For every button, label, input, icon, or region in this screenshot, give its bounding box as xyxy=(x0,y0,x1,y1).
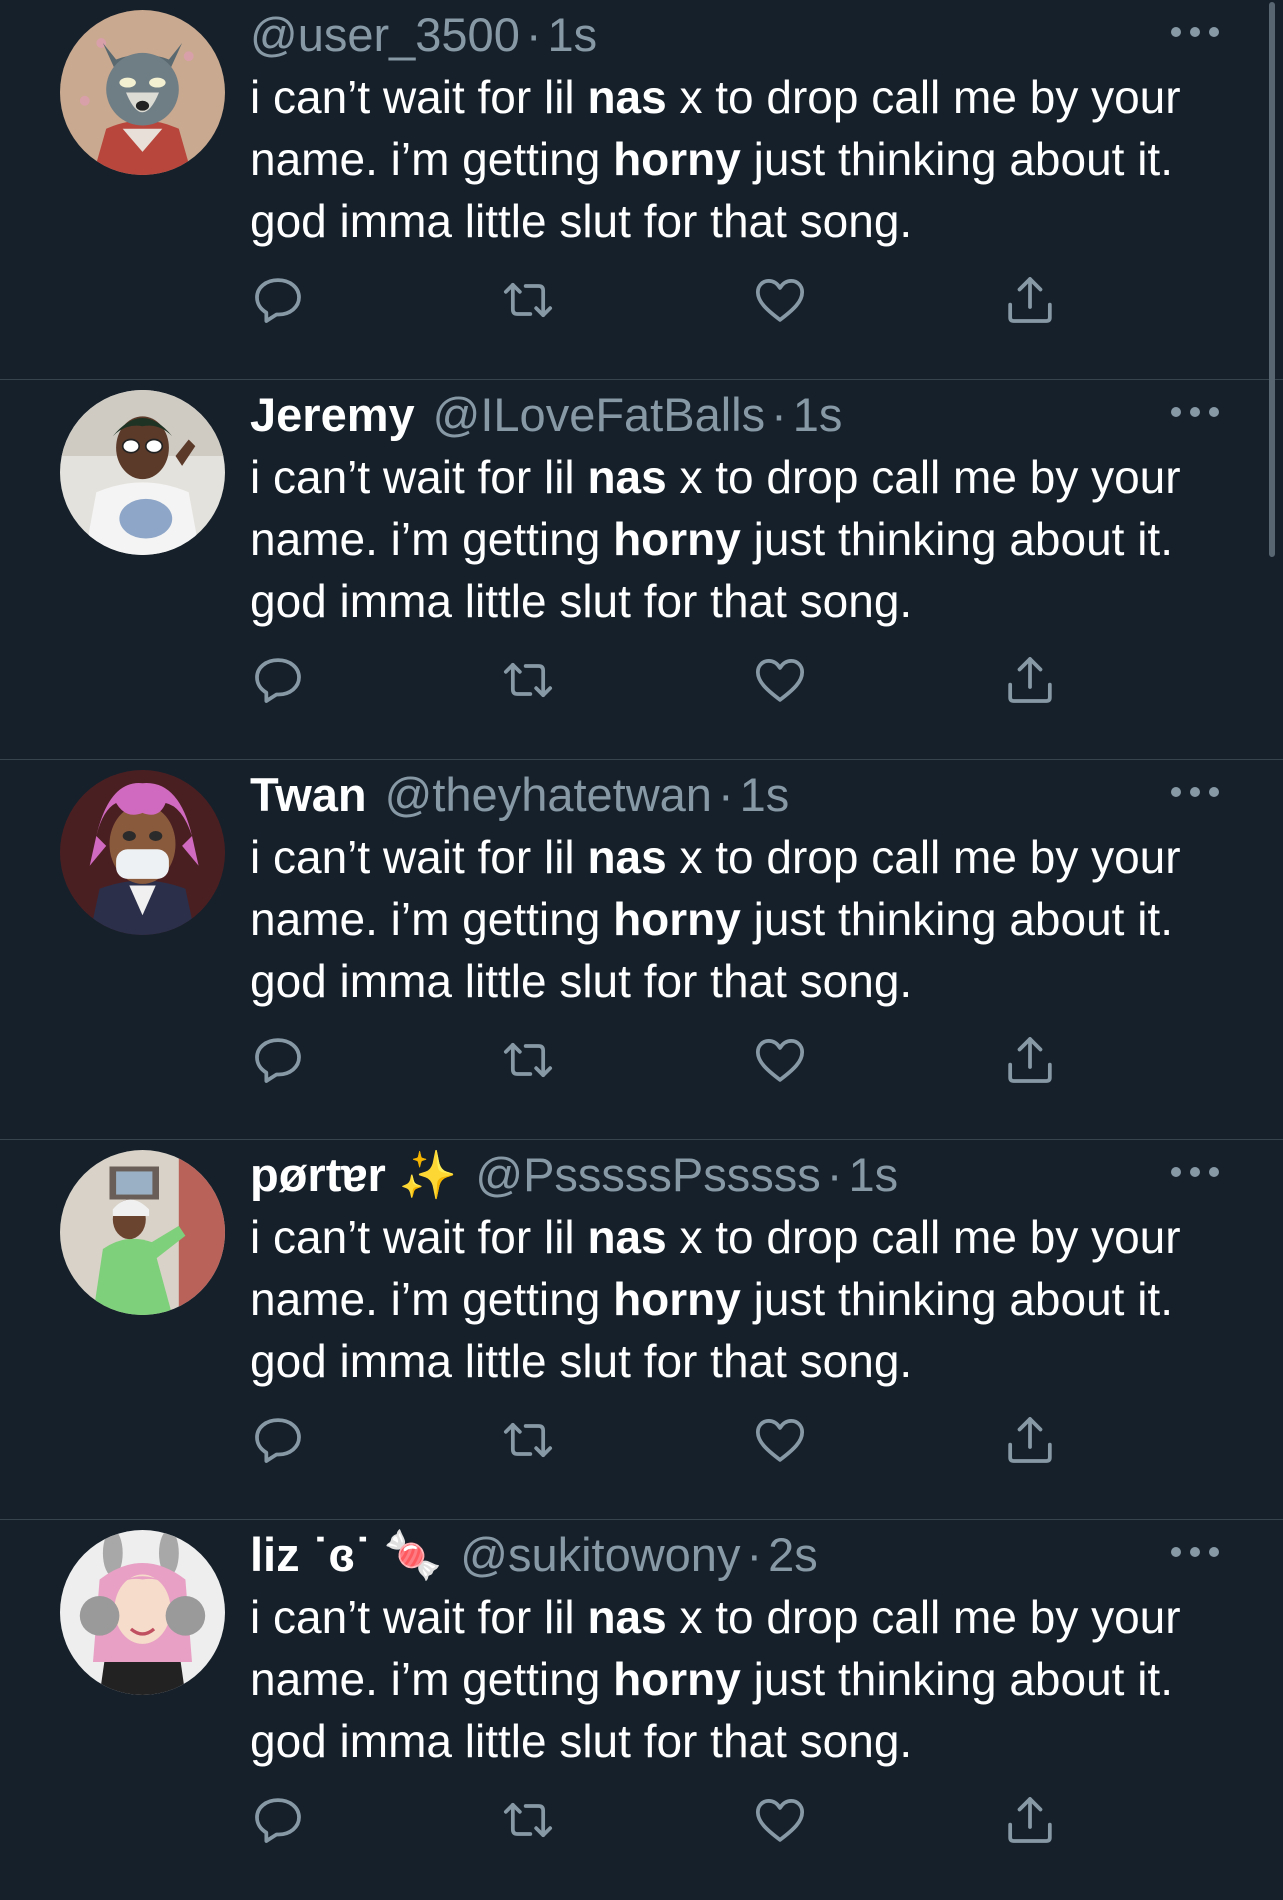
tweet-header: liz ˙ɞ˙ 🍬 @sukitowony · 2s xyxy=(250,1524,1150,1586)
tweet-header: pørtɐr ✨ @PsssssPsssss · 1s xyxy=(250,1144,1150,1206)
tweet-actions xyxy=(250,652,1070,708)
user-handle[interactable]: @PsssssPsssss xyxy=(475,1148,820,1201)
like-icon[interactable] xyxy=(752,652,808,708)
scrollbar[interactable] xyxy=(1269,2,1275,557)
tweet-actions xyxy=(250,1412,1070,1468)
like-icon[interactable] xyxy=(752,1792,808,1848)
user-handle[interactable]: @ILoveFatBalls xyxy=(433,388,765,441)
reply-icon[interactable] xyxy=(250,1412,306,1468)
tweet[interactable]: liz ˙ɞ˙ 🍬 @sukitowony · 2s i can’t wait for… xyxy=(0,1520,1283,1900)
text-segment: i can’t wait for lil xyxy=(250,1211,588,1263)
tweet-actions xyxy=(250,1032,1070,1088)
retweet-icon[interactable] xyxy=(500,652,556,708)
user-handle[interactable]: @user_3500 xyxy=(250,8,520,61)
text-segment: i can’t wait for lil xyxy=(250,1591,588,1643)
tweet-text: i can’t wait for lil nas x to drop call … xyxy=(250,66,1250,252)
share-icon[interactable] xyxy=(1002,652,1058,708)
tweet-text: i can’t wait for lil nas x to drop call … xyxy=(250,446,1250,632)
retweet-icon[interactable] xyxy=(500,1032,556,1088)
tweet[interactable]: @user_3500 · 1s i can’t wait for lil nas x… xyxy=(0,0,1283,380)
share-icon[interactable] xyxy=(1002,1032,1058,1088)
tweet-header: @user_3500 · 1s xyxy=(250,4,1150,66)
like-icon[interactable] xyxy=(752,1032,808,1088)
timestamp[interactable]: 1s xyxy=(740,768,790,821)
tweet-text: i can’t wait for lil nas x to drop call … xyxy=(250,826,1250,1012)
reply-icon[interactable] xyxy=(250,272,306,328)
reply-icon[interactable] xyxy=(250,1792,306,1848)
text-bold: nas xyxy=(587,71,667,123)
retweet-icon[interactable] xyxy=(500,272,556,328)
text-bold: horny xyxy=(613,1653,741,1705)
separator-dot: · xyxy=(826,1148,843,1201)
text-bold: nas xyxy=(587,451,667,503)
display-name[interactable]: Jeremy xyxy=(250,388,415,441)
avatar[interactable] xyxy=(60,1530,225,1695)
tweet[interactable]: Twan @theyhatetwan · 1s i can’t wait for li… xyxy=(0,760,1283,1140)
separator-dot: · xyxy=(771,388,787,441)
tweet-actions xyxy=(250,272,1070,328)
text-segment: i can’t wait for lil xyxy=(250,831,588,883)
separator-dot: · xyxy=(746,1528,763,1581)
avatar[interactable] xyxy=(60,770,225,935)
text-segment: i can’t wait for lil xyxy=(250,451,588,503)
reply-icon[interactable] xyxy=(250,1032,306,1088)
retweet-icon[interactable] xyxy=(500,1412,556,1468)
text-bold: nas xyxy=(587,1211,667,1263)
reply-icon[interactable] xyxy=(250,652,306,708)
share-icon[interactable] xyxy=(1002,1412,1058,1468)
like-icon[interactable] xyxy=(752,272,808,328)
separator-dot: · xyxy=(717,768,734,821)
timestamp[interactable]: 1s xyxy=(848,1148,898,1201)
tweet[interactable]: Jeremy @ILoveFatBalls · 1s i can’t wait for… xyxy=(0,380,1283,760)
more-icon[interactable] xyxy=(1171,1534,1219,1570)
text-bold: horny xyxy=(613,1273,741,1325)
tweet-text: i can’t wait for lil nas x to drop call … xyxy=(250,1586,1250,1772)
text-bold: horny xyxy=(613,133,741,185)
tweet[interactable]: pørtɐr ✨ @PsssssPsssss · 1s i can’t wait fo… xyxy=(0,1140,1283,1520)
avatar[interactable] xyxy=(60,1150,225,1315)
display-name[interactable]: pørtɐr ✨ xyxy=(250,1148,457,1201)
display-name[interactable]: Twan xyxy=(250,768,367,821)
more-icon[interactable] xyxy=(1171,774,1219,810)
more-icon[interactable] xyxy=(1171,394,1219,430)
timestamp[interactable]: 1s xyxy=(793,388,843,441)
tweet-header: Twan @theyhatetwan · 1s xyxy=(250,764,1150,826)
share-icon[interactable] xyxy=(1002,272,1058,328)
retweet-icon[interactable] xyxy=(500,1792,556,1848)
tweet-actions xyxy=(250,1792,1070,1848)
user-handle[interactable]: @theyhatetwan xyxy=(385,768,712,821)
tweet-text: i can’t wait for lil nas x to drop call … xyxy=(250,1206,1250,1392)
text-bold: horny xyxy=(613,513,741,565)
timestamp[interactable]: 2s xyxy=(768,1528,818,1581)
more-icon[interactable] xyxy=(1171,14,1219,50)
text-segment: i can’t wait for lil xyxy=(250,71,588,123)
like-icon[interactable] xyxy=(752,1412,808,1468)
avatar[interactable] xyxy=(60,390,225,555)
text-bold: nas xyxy=(587,1591,667,1643)
user-handle[interactable]: @sukitowony xyxy=(460,1528,740,1581)
share-icon[interactable] xyxy=(1002,1792,1058,1848)
text-bold: horny xyxy=(613,893,741,945)
avatar[interactable] xyxy=(60,10,225,175)
timestamp[interactable]: 1s xyxy=(548,8,598,61)
text-bold: nas xyxy=(587,831,667,883)
separator-dot: · xyxy=(525,8,542,61)
tweet-header: Jeremy @ILoveFatBalls · 1s xyxy=(250,384,1150,446)
more-icon[interactable] xyxy=(1171,1154,1219,1190)
display-name[interactable]: liz ˙ɞ˙ 🍬 xyxy=(250,1528,442,1581)
